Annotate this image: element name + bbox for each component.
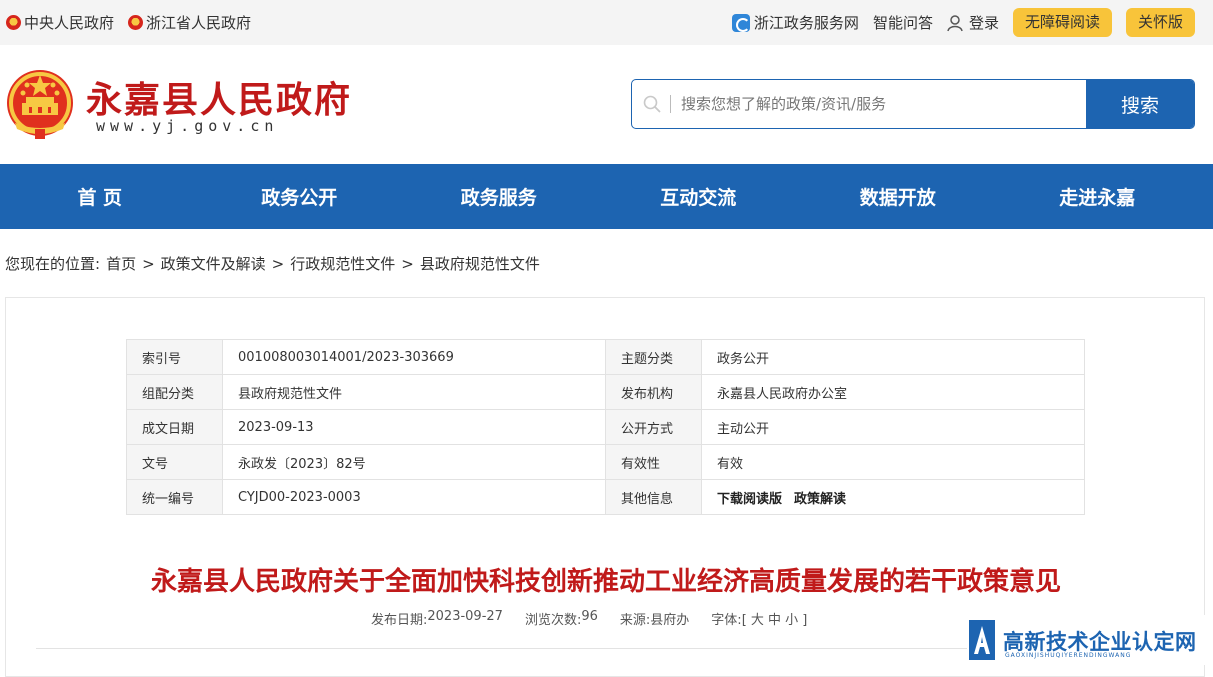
table-row: 组配分类 县政府规范性文件 发布机构 永嘉县人民政府办公室	[126, 374, 1085, 410]
meta-value: 永政发〔2023〕82号	[222, 444, 606, 480]
central-gov-link[interactable]: 中央人民政府	[6, 12, 114, 33]
breadcrumb: 您现在的位置: 首页 > 政策文件及解读 > 行政规范性文件 > 县政府规范性文…	[5, 253, 540, 274]
site-header: 永嘉县人民政府 www.yj.gov.cn 搜索	[0, 45, 1213, 164]
nav-interaction[interactable]: 互动交流	[599, 164, 799, 229]
meta-value: 主动公开	[701, 409, 1085, 445]
login-link[interactable]: 登录	[947, 12, 999, 33]
meta-value: 政务公开	[701, 339, 1085, 375]
nav-gov-affairs-open[interactable]: 政务公开	[200, 164, 400, 229]
breadcrumb-separator: >	[401, 254, 414, 273]
meta-value: 2023-09-13	[222, 409, 606, 445]
meta-value: 001008003014001/2023-303669	[222, 339, 606, 375]
meta-key: 其他信息	[605, 479, 702, 515]
meta-key: 有效性	[605, 444, 702, 480]
source: 来源: 县府办	[620, 609, 689, 628]
main-nav: 首 页 政务公开 政务服务 互动交流 数据开放 走进永嘉	[0, 164, 1213, 229]
search-input-wrap	[632, 80, 1086, 128]
search-box: 搜索	[631, 79, 1195, 129]
top-left-links: 中央人民政府 浙江省人民政府	[6, 0, 251, 45]
watermark: 高新技术企业认定网 GAOXINJISHUQIYERENDINGWANG	[967, 615, 1213, 665]
user-icon	[947, 14, 963, 31]
meta-key: 统一编号	[126, 479, 223, 515]
search-button[interactable]: 搜索	[1086, 80, 1194, 128]
meta-key: 成文日期	[126, 409, 223, 445]
font-size-options[interactable]: [ 大 中 小 ]	[742, 609, 808, 628]
meta-value: CYJD00-2023-0003	[222, 479, 606, 515]
publish-date-label: 发布日期:	[371, 613, 428, 628]
table-row: 统一编号 CYJD00-2023-0003 其他信息 下载阅读版 政策解读	[126, 479, 1085, 515]
watermark-subtext: GAOXINJISHUQIYERENDINGWANG	[1005, 652, 1132, 659]
meta-value: 永嘉县人民政府办公室	[701, 374, 1085, 410]
download-reading-version-link[interactable]: 下载阅读版	[717, 492, 782, 507]
login-label: 登录	[968, 14, 999, 32]
central-gov-label: 中央人民政府	[24, 14, 115, 32]
zj-service-label: 浙江政务服务网	[753, 14, 859, 32]
nav-about-yongjia[interactable]: 走进永嘉	[998, 164, 1198, 229]
nav-home[interactable]: 首 页	[0, 164, 200, 229]
breadcrumb-item[interactable]: 政策文件及解读	[161, 253, 266, 274]
top-utility-bar: 中央人民政府 浙江省人民政府 浙江政务服务网 智能问答 登录 无障碍阅读 关怀版	[0, 0, 1213, 45]
accessible-reading-button[interactable]: 无障碍阅读	[1012, 8, 1112, 37]
nav-open-data[interactable]: 数据开放	[798, 164, 998, 229]
zhejiang-gov-label: 浙江省人民政府	[146, 14, 252, 32]
smart-qa-label: 智能问答	[872, 14, 933, 32]
meta-key: 组配分类	[126, 374, 223, 410]
publish-date: 发布日期: 2023-09-27	[371, 609, 503, 628]
meta-links-cell: 下载阅读版 政策解读	[701, 479, 1085, 515]
nav-gov-services[interactable]: 政务服务	[399, 164, 599, 229]
smart-qa-link[interactable]: 智能问答	[873, 12, 933, 33]
site-url: www.yj.gov.cn	[96, 117, 279, 135]
meta-key: 主题分类	[605, 339, 702, 375]
meta-value: 县政府规范性文件	[222, 374, 606, 410]
article-title: 永嘉县人民政府关于全面加快科技创新推动工业经济高质量发展的若干政策意见	[150, 567, 1061, 597]
zj-service-icon	[731, 13, 750, 32]
font-size-label: 字体:	[711, 613, 742, 628]
national-emblem-icon	[128, 15, 144, 30]
view-count: 浏览次数: 96	[525, 609, 598, 628]
breadcrumb-item[interactable]: 行政规范性文件	[290, 253, 395, 274]
national-emblem-icon	[6, 15, 21, 30]
breadcrumb-item[interactable]: 县政府规范性文件	[420, 253, 540, 274]
meta-key: 文号	[126, 444, 223, 480]
zhejiang-gov-link[interactable]: 浙江省人民政府	[128, 12, 251, 33]
font-size-selector: 字体: [ 大 中 小 ]	[711, 609, 807, 628]
zj-service-link[interactable]: 浙江政务服务网	[731, 12, 859, 33]
breadcrumb-separator: >	[142, 254, 155, 273]
watermark-logo-icon	[969, 620, 995, 660]
meta-value: 有效	[701, 444, 1085, 480]
search-input[interactable]	[681, 95, 1061, 113]
top-right-links: 浙江政务服务网 智能问答 登录 无障碍阅读 关怀版	[718, 0, 1195, 45]
breadcrumb-prefix: 您现在的位置:	[5, 255, 101, 273]
view-count-value: 96	[581, 609, 598, 624]
source-value: 县府办	[650, 613, 690, 628]
view-count-label: 浏览次数:	[524, 613, 582, 628]
meta-key: 公开方式	[605, 409, 702, 445]
meta-key: 索引号	[126, 339, 223, 375]
table-row: 索引号 001008003014001/2023-303669 主题分类 政务公…	[126, 339, 1085, 375]
site-title[interactable]: 永嘉县人民政府	[86, 71, 352, 123]
table-row: 文号 永政发〔2023〕82号 有效性 有效	[126, 444, 1085, 480]
publish-date-value: 2023-09-27	[427, 609, 503, 624]
policy-interpretation-link[interactable]: 政策解读	[794, 492, 846, 507]
breadcrumb-item[interactable]: 首页	[106, 253, 136, 274]
meta-key: 发布机构	[605, 374, 702, 410]
article-meta: 发布日期: 2023-09-27 浏览次数: 96 来源: 县府办 字体: [ …	[371, 609, 807, 628]
national-emblem-logo[interactable]	[5, 67, 75, 141]
table-row: 成文日期 2023-09-13 公开方式 主动公开	[126, 409, 1085, 445]
document-meta-table: 索引号 001008003014001/2023-303669 主题分类 政务公…	[126, 339, 1085, 515]
search-separator	[670, 95, 671, 113]
search-icon	[643, 95, 661, 113]
breadcrumb-separator: >	[271, 254, 285, 273]
care-mode-button[interactable]: 关怀版	[1125, 8, 1195, 37]
source-label: 来源:	[619, 613, 651, 628]
